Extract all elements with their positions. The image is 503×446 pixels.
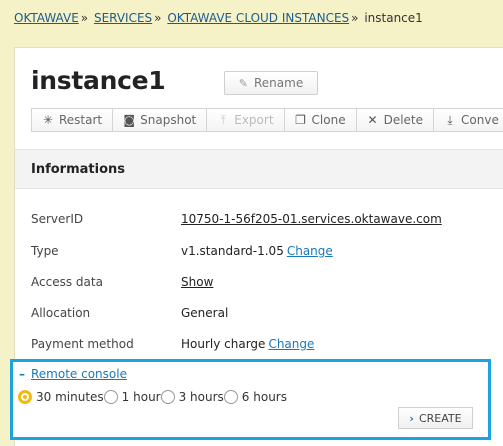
informations-header: Informations: [15, 149, 503, 189]
rename-button[interactable]: ✎ Rename: [224, 71, 318, 95]
duration-radio-group: 30 minutes 1 hour 3 hours 6 hours: [18, 390, 287, 404]
breadcrumb-oktawave[interactable]: OKTAWAVE: [14, 11, 79, 25]
access-show-link[interactable]: Show: [181, 275, 213, 289]
remote-console-section: – Remote console 30 minutes 1 hour 3 hou…: [10, 359, 491, 440]
restart-icon: ✳: [42, 113, 54, 127]
info-row-allocation: Allocation General: [31, 303, 501, 323]
duration-option-30min[interactable]: 30 minutes: [18, 390, 104, 404]
action-toolbar: ✳ Restart ◙ Snapshot ⤒ Export ❐ Clone ✕ …: [31, 108, 503, 132]
clone-label: Clone: [311, 113, 346, 127]
type-value: v1.standard-1.05: [181, 244, 284, 258]
radio-button[interactable]: [18, 390, 32, 404]
duration-label: 6 hours: [241, 390, 287, 404]
payment-change-link[interactable]: Change: [268, 337, 314, 351]
serverid-link[interactable]: 10750-1-56f205-01.services.oktawave.com: [181, 212, 442, 226]
duration-option-3hours[interactable]: 3 hours: [160, 390, 224, 404]
duration-label: 30 minutes: [36, 390, 104, 404]
radio-button[interactable]: [223, 390, 238, 404]
duration-option-1hour[interactable]: 1 hour: [103, 390, 161, 404]
info-row-type: Type v1.standard-1.05 Change: [31, 241, 501, 261]
allocation-value: General: [181, 306, 229, 320]
chevron-right-icon: ›: [409, 411, 414, 425]
radio-button[interactable]: [160, 390, 175, 404]
delete-button[interactable]: ✕ Delete: [356, 109, 435, 131]
page-title: instance1: [31, 66, 166, 95]
convert-button[interactable]: ⤓ Conve: [434, 109, 503, 131]
breadcrumb: OKTAWAVE» SERVICES» OKTAWAVE CLOUD INSTA…: [14, 11, 423, 25]
export-label: Export: [234, 113, 274, 127]
payment-label: Payment method: [31, 337, 134, 351]
info-row-access: Access data Show: [31, 272, 501, 292]
collapse-icon: –: [19, 367, 25, 381]
radio-button[interactable]: [103, 390, 118, 404]
pencil-icon: ✎: [238, 76, 248, 90]
remote-console-toggle[interactable]: – Remote console: [19, 367, 127, 381]
create-label: CREATE: [418, 411, 462, 425]
informations-heading: Informations: [31, 162, 126, 177]
type-value-group: v1.standard-1.05 Change: [181, 244, 333, 258]
breadcrumb-separator: »: [351, 11, 359, 25]
access-label: Access data: [31, 275, 103, 289]
duration-label: 1 hour: [121, 390, 161, 404]
restart-button[interactable]: ✳ Restart: [32, 109, 114, 131]
snapshot-label: Snapshot: [140, 113, 197, 127]
allocation-label: Allocation: [31, 306, 91, 320]
payment-value-group: Hourly charge Change: [181, 337, 314, 351]
delete-icon: ✕: [367, 113, 378, 127]
breadcrumb-services[interactable]: SERVICES: [94, 11, 152, 25]
duration-option-6hours[interactable]: 6 hours: [223, 390, 287, 404]
restart-label: Restart: [59, 113, 103, 127]
info-row-payment: Payment method Hourly charge Change: [31, 334, 501, 354]
create-button[interactable]: › CREATE: [398, 407, 473, 429]
duration-label: 3 hours: [178, 390, 224, 404]
convert-label: Conve: [461, 113, 499, 127]
export-button[interactable]: ⤒ Export: [207, 109, 285, 131]
camera-icon: ◙: [123, 113, 135, 127]
breadcrumb-separator: »: [80, 11, 89, 25]
snapshot-button[interactable]: ◙ Snapshot: [113, 109, 208, 131]
type-change-link[interactable]: Change: [287, 244, 333, 258]
breadcrumb-separator: »: [154, 11, 162, 25]
export-icon: ⤒: [220, 112, 226, 127]
delete-label: Delete: [383, 113, 424, 127]
clone-button[interactable]: ❐ Clone: [284, 109, 357, 131]
breadcrumb-current: instance1: [364, 11, 423, 25]
clone-icon: ❐: [295, 113, 306, 127]
info-row-serverid: ServerID 10750-1-56f205-01.services.okta…: [31, 209, 501, 229]
breadcrumb-cloud-instances[interactable]: OKTAWAVE CLOUD INSTANCES: [167, 11, 349, 25]
download-icon: ⤓: [447, 112, 453, 127]
payment-value: Hourly charge: [181, 337, 266, 351]
type-label: Type: [31, 244, 59, 258]
rename-label: Rename: [254, 76, 304, 90]
serverid-label: ServerID: [31, 212, 84, 226]
remote-console-link[interactable]: Remote console: [31, 367, 127, 381]
